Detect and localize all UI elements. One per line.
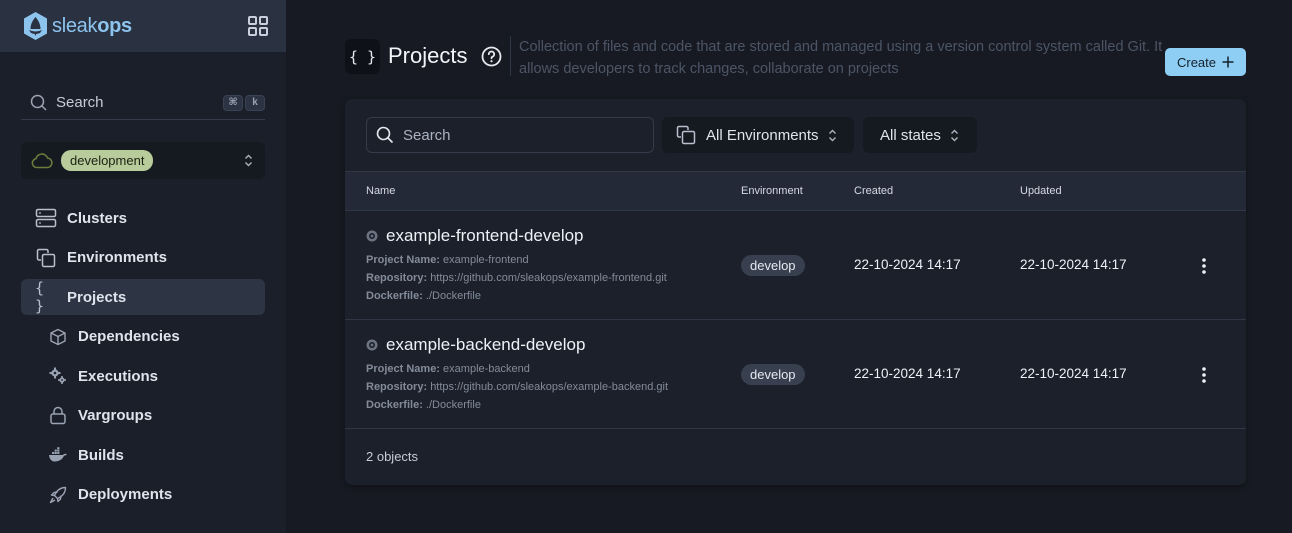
rocket-icon: [48, 484, 68, 506]
state-filter[interactable]: All states: [863, 117, 977, 153]
lock-icon: [48, 405, 68, 427]
environment-selector[interactable]: development: [21, 142, 265, 179]
state-filter-value: All states: [880, 126, 941, 144]
updated-date: 22-10-2024 14:17: [1020, 257, 1127, 272]
sidebar-item-label: Clusters: [67, 209, 128, 227]
sidebar-item-label: Builds: [78, 446, 124, 464]
chevron-up-down-icon: [828, 129, 836, 141]
project-link[interactable]: example-backend-develop: [366, 335, 585, 355]
environment-badge: develop: [741, 364, 805, 385]
page-description: Collection of files and code that are st…: [510, 36, 1170, 77]
create-button[interactable]: Create: [1165, 48, 1246, 76]
table-row: example-frontend-develop Project Name: e…: [345, 211, 1246, 320]
dockerfile-meta: Dockerfile: ./Dockerfile: [366, 290, 481, 302]
project-name-meta: Project Name: example-backend: [366, 363, 530, 375]
sidebar-item-dependencies[interactable]: Dependencies: [21, 319, 265, 355]
object-count: 2 objects: [366, 449, 419, 464]
column-header-created[interactable]: Created: [854, 185, 893, 197]
shortcut-key-cmd: ⌘: [223, 94, 243, 111]
repository-meta: Repository: https://github.com/sleakops/…: [366, 381, 669, 393]
sidebar-item-label: Projects: [67, 288, 127, 306]
environment-badge: development: [61, 150, 154, 171]
page-header: { } Projects Collection of files and cod…: [345, 36, 1246, 86]
table-toolbar: All Environments All states: [345, 99, 1246, 171]
project-title: example-frontend-develop: [386, 226, 584, 245]
column-header-name[interactable]: Name: [366, 185, 395, 197]
sidebar-item-deployments[interactable]: Deployments: [21, 477, 265, 513]
environment-filter-value: All Environments: [706, 126, 819, 144]
logo[interactable]: sleakops: [22, 11, 132, 41]
sidebar-item-vargroups[interactable]: Vargroups: [21, 398, 265, 434]
sidebar-search[interactable]: Search ⌘ k: [21, 86, 265, 120]
chevron-up-down-icon: [245, 154, 252, 167]
repository-meta: Repository: https://github.com/sleakops/…: [366, 272, 667, 284]
docker-icon: [48, 444, 68, 466]
copy-icon: [35, 247, 57, 269]
dockerfile-meta: Dockerfile: ./Dockerfile: [366, 399, 481, 411]
created-date: 22-10-2024 14:17: [854, 257, 961, 272]
braces-icon: { }: [345, 39, 380, 74]
sidebar-item-clusters[interactable]: Clusters: [21, 200, 265, 236]
sidebar-search-label: Search: [56, 94, 104, 111]
sidebar-nav: Clusters Environments { } Projects Depen…: [21, 200, 265, 516]
page-title: Projects: [388, 43, 468, 68]
braces-icon: { }: [35, 279, 45, 315]
status-icon: [366, 230, 378, 242]
search-input[interactable]: [403, 126, 643, 144]
cube-icon: [48, 326, 68, 348]
updated-date: 22-10-2024 14:17: [1020, 366, 1127, 381]
sidebar-item-executions[interactable]: Executions: [21, 358, 265, 394]
apps-grid-icon[interactable]: [247, 15, 269, 37]
sleakops-logo-icon: [24, 12, 47, 40]
created-date: 22-10-2024 14:17: [854, 366, 961, 381]
server-icon: [35, 207, 57, 229]
shortcut-key-k: k: [245, 94, 265, 111]
sidebar-item-label: Executions: [78, 367, 159, 385]
more-vertical-icon: [1202, 258, 1206, 274]
gears-icon: [48, 365, 68, 387]
more-vertical-icon: [1202, 367, 1206, 383]
environment-badge: develop: [741, 255, 805, 276]
plus-icon: [1222, 56, 1234, 68]
project-name-meta: Project Name: example-frontend: [366, 254, 529, 266]
sidebar-item-label: Dependencies: [78, 328, 180, 345]
search-icon: [30, 94, 47, 111]
table-row: example-backend-develop Project Name: ex…: [345, 320, 1246, 429]
project-link[interactable]: example-frontend-develop: [366, 226, 584, 246]
sidebar-item-label: Vargroups: [78, 407, 153, 424]
sidebar-item-label: Deployments: [78, 486, 173, 503]
copy-icon: [676, 125, 696, 145]
environment-filter[interactable]: All Environments: [662, 117, 854, 153]
sidebar-header: sleakops: [0, 0, 286, 52]
projects-card: All Environments All states Name Environ…: [345, 99, 1246, 485]
column-header-updated[interactable]: Updated: [1020, 185, 1062, 197]
search-field[interactable]: [366, 117, 654, 153]
search-icon: [376, 126, 394, 144]
brand-name: sleakops: [52, 14, 132, 37]
sidebar-item-builds[interactable]: Builds: [21, 437, 265, 473]
sidebar-item-label: Environments: [67, 249, 168, 266]
column-header-environment[interactable]: Environment: [741, 185, 803, 197]
chevron-up-down-icon: [950, 129, 958, 141]
row-actions-button[interactable]: [1193, 254, 1215, 278]
project-title: example-backend-develop: [386, 335, 586, 354]
status-icon: [366, 339, 378, 351]
sidebar-item-projects[interactable]: { } Projects: [21, 279, 265, 315]
sidebar: sleakops Search ⌘ k development Clusters…: [0, 0, 287, 533]
row-actions-button[interactable]: [1193, 363, 1215, 387]
sidebar-item-environments[interactable]: Environments: [21, 240, 265, 276]
table-header: Name Environment Created Updated: [345, 171, 1246, 211]
create-button-label: Create: [1176, 54, 1217, 70]
help-icon[interactable]: [481, 46, 502, 67]
cloud-icon: [31, 152, 53, 168]
